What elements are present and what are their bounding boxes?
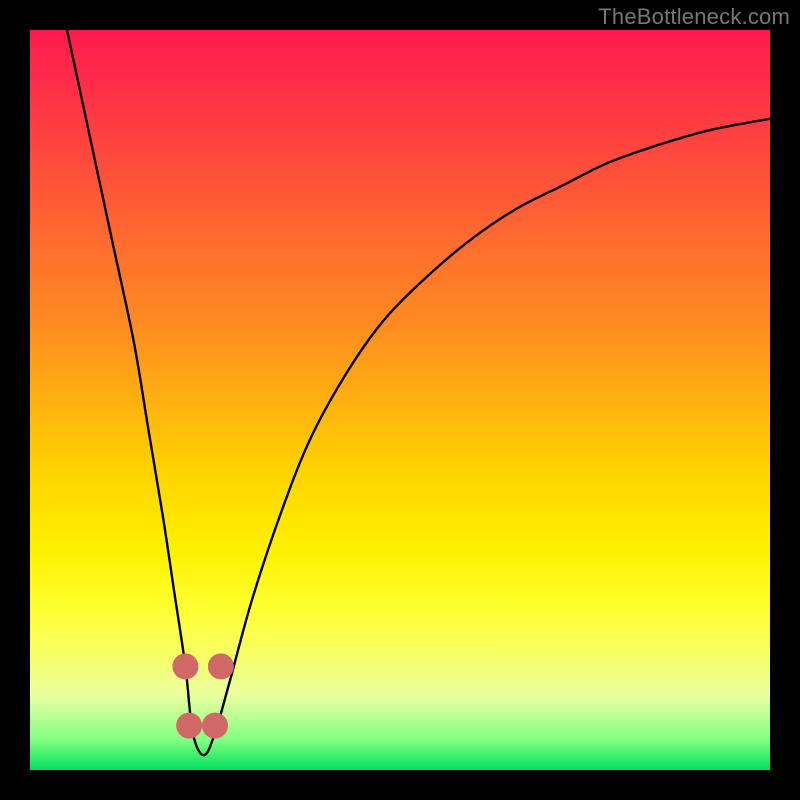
chart-frame: TheBottleneck.com bbox=[0, 0, 800, 800]
watermark-text: TheBottleneck.com bbox=[598, 4, 790, 30]
marker-a bbox=[172, 653, 198, 679]
bottleneck-curve bbox=[67, 30, 770, 755]
marker-c bbox=[202, 713, 228, 739]
curve-svg bbox=[30, 30, 770, 770]
marker-d bbox=[208, 653, 234, 679]
plot-area bbox=[30, 30, 770, 770]
marker-b bbox=[176, 713, 202, 739]
